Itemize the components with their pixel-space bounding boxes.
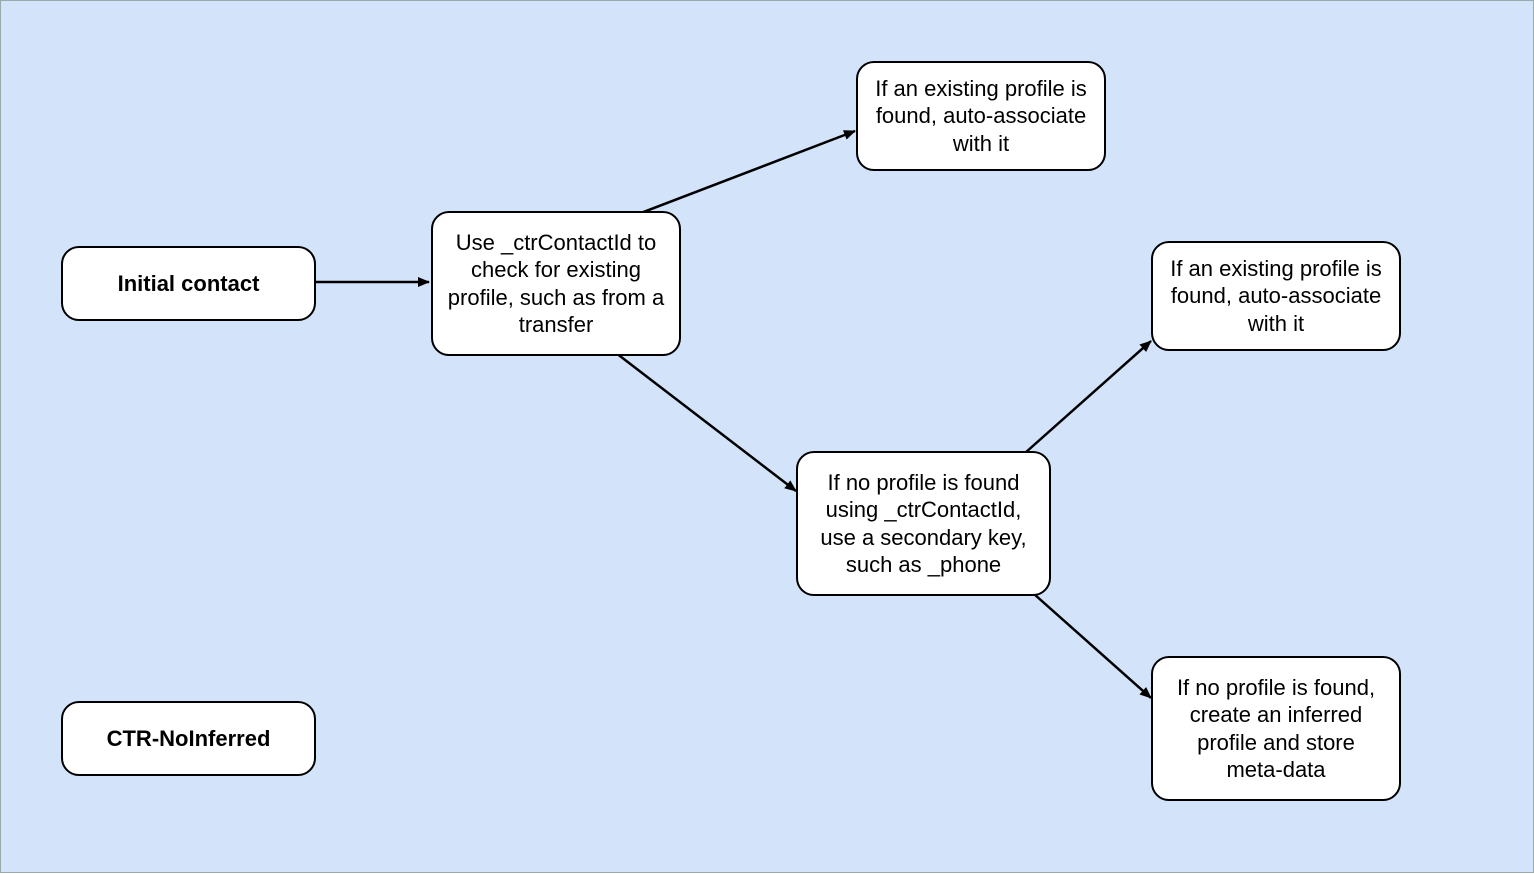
node-label: If an existing profile is found, auto-as… bbox=[872, 75, 1090, 158]
node-label: If no profile is found using _ctrContact… bbox=[812, 469, 1035, 579]
node-label: If no profile is found, create an inferr… bbox=[1167, 674, 1385, 784]
node-check-ctrcontactid: Use _ctrContactId to check for existing … bbox=[431, 211, 681, 356]
node-label: Use _ctrContactId to check for existing … bbox=[447, 229, 665, 339]
node-no-profile-secondary: If no profile is found using _ctrContact… bbox=[796, 451, 1051, 596]
node-label: CTR-NoInferred bbox=[107, 725, 271, 753]
node-label: If an existing profile is found, auto-as… bbox=[1167, 255, 1385, 338]
node-initial-contact: Initial contact bbox=[61, 246, 316, 321]
edge-check-to-found-top bbox=[633, 131, 855, 216]
node-no-profile-create-inferred: If no profile is found, create an inferr… bbox=[1151, 656, 1401, 801]
node-ctr-noinferred: CTR-NoInferred bbox=[61, 701, 316, 776]
edge-check-to-noprofile bbox=[616, 353, 796, 491]
edge-noprofile-to-create bbox=[1016, 578, 1151, 698]
node-found-auto-associate-right: If an existing profile is found, auto-as… bbox=[1151, 241, 1401, 351]
node-found-auto-associate-top: If an existing profile is found, auto-as… bbox=[856, 61, 1106, 171]
node-label: Initial contact bbox=[118, 270, 260, 298]
flowchart-canvas: Initial contact CTR-NoInferred Use _ctrC… bbox=[0, 0, 1534, 873]
edge-noprofile-to-found-right bbox=[1016, 341, 1151, 461]
